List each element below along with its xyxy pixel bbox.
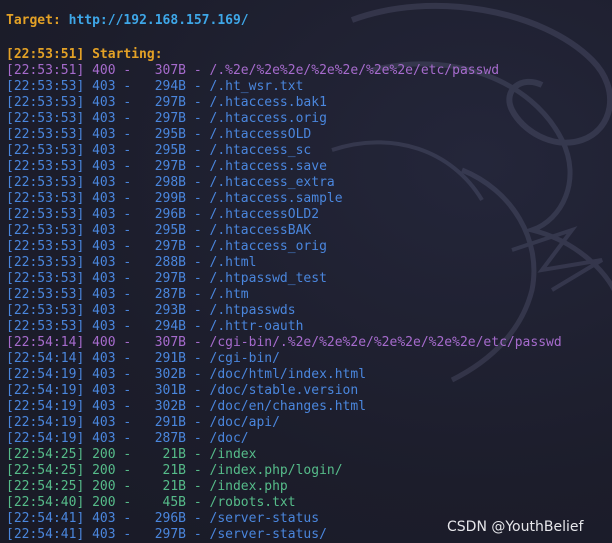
log-row: [22:53:53] 403 - 297B - /.htaccess.save [6, 159, 327, 174]
log-row: [22:54:40] 200 - 45B - /robots.txt [6, 495, 296, 510]
log-row: [22:54:14] 403 - 291B - /cgi-bin/ [6, 351, 280, 366]
log-row: [22:53:53] 403 - 288B - /.html [6, 255, 257, 270]
log-row: [22:54:14] 400 - 307B - /cgi-bin/.%2e/%2… [6, 335, 562, 350]
target-line: Target: http://192.168.157.169/ [6, 13, 249, 31]
target-url: http://192.168.157.169/ [68, 13, 249, 28]
log-row: [22:53:53] 403 - 295B - /.htaccessOLD [6, 127, 312, 142]
log-row: [22:54:19] 403 - 287B - /doc/ [6, 431, 249, 446]
log-row: [22:53:53] 403 - 287B - /.htm [6, 287, 249, 302]
log-row: [22:53:53] 403 - 296B - /.htaccessOLD2 [6, 207, 320, 222]
log-row: [22:53:53] 403 - 295B - /.htaccessBAK [6, 223, 312, 238]
log-row: [22:54:19] 403 - 291B - /doc/api/ [6, 415, 280, 430]
log-row: [22:53:53] 403 - 299B - /.htaccess.sampl… [6, 191, 343, 206]
log-row: [22:54:25] 200 - 21B - /index [6, 447, 257, 462]
log-row: [22:53:53] 403 - 297B - /.htaccess.orig [6, 111, 327, 126]
log-row: [22:53:53] 403 - 293B - /.htpasswds [6, 303, 296, 318]
terminal-window[interactable]: Target: http://192.168.157.169/ [22:53:5… [0, 0, 612, 543]
log-row: [22:53:53] 403 - 297B - /.htpasswd_test [6, 271, 327, 286]
log-row: [22:54:25] 200 - 21B - /index.php/login/ [6, 463, 343, 478]
log-row: [22:53:53] 403 - 295B - /.htaccess_sc [6, 143, 312, 158]
log-row: [22:53:51] 400 - 307B - /.%2e/%2e%2e/%2e… [6, 63, 500, 78]
log-row: [22:53:53] 403 - 297B - /.htaccess_orig [6, 239, 327, 254]
log-row: [22:54:19] 403 - 302B - /doc/en/changes.… [6, 399, 367, 414]
log-row: [22:54:19] 403 - 301B - /doc/stable.vers… [6, 383, 359, 398]
log-row: [22:53:53] 403 - 294B - /.httr-oauth [6, 319, 304, 334]
scan-results-log: [22:53:51] 400 - 307B - /.%2e/%2e%2e/%2e… [6, 63, 562, 543]
log-row: [22:53:53] 403 - 297B - /.htaccess.bak1 [6, 95, 327, 110]
log-row: [22:53:53] 403 - 298B - /.htaccess_extra [6, 175, 335, 190]
log-row: [22:54:19] 403 - 302B - /doc/html/index.… [6, 367, 367, 382]
log-row: [22:54:25] 200 - 21B - /index.php [6, 479, 288, 494]
watermark: CSDN @YouthBelief [447, 519, 584, 535]
log-row: [22:53:53] 403 - 294B - /.ht_wsr.txt [6, 79, 304, 94]
target-label: Target: [6, 13, 69, 28]
